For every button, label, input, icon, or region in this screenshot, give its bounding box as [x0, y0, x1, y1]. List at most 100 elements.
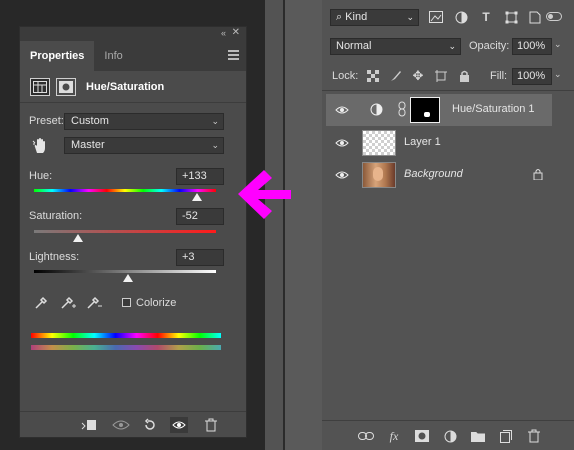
chevron-down-icon[interactable]: ⌄: [554, 69, 562, 80]
filter-smart-object-icon[interactable]: [528, 10, 542, 24]
colorize-label: Colorize: [136, 297, 177, 309]
mask-link-icon[interactable]: [398, 101, 406, 120]
lock-all-icon[interactable]: [457, 69, 471, 83]
adjustment-title: Hue/Saturation: [86, 80, 165, 93]
delete-icon[interactable]: [202, 417, 220, 433]
clip-to-layer-icon[interactable]: [80, 417, 98, 433]
saturation-slider-thumb[interactable]: [73, 234, 83, 242]
panel-menu-icon[interactable]: [228, 50, 239, 60]
hue-value-field[interactable]: +133: [176, 168, 224, 185]
panel-gutter: [265, 0, 284, 450]
artboard-nesting-icon[interactable]: [434, 69, 448, 83]
chevron-down-icon: ⌄: [448, 41, 456, 51]
chevron-down-icon: ⌄: [211, 140, 219, 150]
visibility-eye-icon[interactable]: [335, 169, 349, 181]
visibility-eye-icon[interactable]: [335, 104, 349, 116]
close-panel-icon[interactable]: ✕: [232, 27, 240, 38]
adjustment-header: Hue/Saturation: [20, 71, 246, 103]
layer-style-fx-icon[interactable]: fx: [386, 429, 402, 443]
saturation-slider-track[interactable]: [34, 230, 216, 233]
panel-divider[interactable]: [283, 0, 285, 450]
lock-label: Lock:: [332, 70, 359, 82]
chevron-down-icon: ⌄: [406, 12, 414, 22]
view-previous-state-icon[interactable]: [112, 417, 130, 433]
delete-layer-icon[interactable]: [526, 429, 542, 443]
chevron-down-icon[interactable]: ⌄: [554, 39, 562, 50]
layer-thumbnail-photo: [362, 162, 396, 188]
preset-select[interactable]: Custom ⌄: [64, 113, 224, 130]
channel-value: Master: [71, 139, 105, 151]
opacity-label: Opacity:: [469, 40, 510, 52]
adjustment-properties-icon[interactable]: [30, 77, 50, 96]
mask-spot: [424, 112, 430, 117]
layer-mask-thumbnail[interactable]: [410, 97, 440, 123]
lock-position-icon[interactable]: ✥: [411, 68, 425, 83]
layer-row-layer-1[interactable]: Layer 1: [326, 127, 552, 159]
properties-footer: [20, 411, 246, 437]
adjustment-layer-icon: [370, 103, 383, 119]
reset-icon[interactable]: [141, 417, 159, 433]
filter-adjustment-icon[interactable]: [454, 10, 468, 24]
properties-panel-titlebar[interactable]: « ✕: [20, 27, 246, 41]
fill-field[interactable]: 100%: [512, 68, 552, 85]
lock-icon[interactable]: [533, 168, 543, 183]
properties-tabs: Properties Info: [20, 41, 246, 71]
tab-info[interactable]: Info: [94, 41, 132, 71]
input-color-bar: [31, 333, 221, 338]
layer-name[interactable]: Hue/Saturation 1: [452, 103, 535, 115]
saturation-value-field[interactable]: -52: [176, 208, 224, 225]
filter-kind-select[interactable]: ⌕ Kind ⌄: [330, 9, 419, 26]
layer-thumbnail-transparent: [362, 130, 396, 156]
collapse-panel-icon[interactable]: «: [221, 28, 226, 38]
hue-slider-thumb[interactable]: [192, 193, 202, 201]
preset-value: Custom: [71, 115, 109, 127]
new-adjustment-layer-icon[interactable]: [442, 429, 458, 443]
filter-kind-value: Kind: [345, 11, 368, 23]
eyedropper-add-icon[interactable]: [60, 296, 76, 313]
output-color-bar: [31, 345, 221, 350]
link-layers-icon[interactable]: [358, 429, 374, 443]
layer-mask-icon[interactable]: [56, 77, 76, 96]
layers-footer: fx: [322, 420, 574, 450]
eyedropper-subtract-icon[interactable]: [86, 296, 102, 313]
layers-separator: [322, 90, 574, 91]
lightness-label: Lightness:: [29, 251, 80, 263]
new-group-icon[interactable]: [470, 429, 486, 443]
new-layer-icon[interactable]: [498, 429, 514, 443]
channel-select[interactable]: Master ⌄: [64, 137, 224, 154]
lightness-value-field[interactable]: +3: [176, 249, 224, 266]
lightness-slider-thumb[interactable]: [123, 274, 133, 282]
annotation-arrow-icon: [238, 166, 292, 225]
filter-toggle[interactable]: [546, 12, 562, 21]
colorize-checkbox[interactable]: [122, 298, 131, 307]
tab-properties[interactable]: Properties: [20, 41, 95, 71]
layer-name[interactable]: Background: [404, 168, 463, 180]
blend-mode-value: Normal: [336, 40, 372, 52]
saturation-label: Saturation:: [29, 210, 83, 222]
filter-shape-icon[interactable]: [504, 10, 518, 24]
search-icon: ⌕: [336, 11, 343, 23]
layers-panel: ⌕ Kind ⌄ T Normal ⌄ Opacity: 100% ⌄ Lock:…: [322, 0, 574, 450]
blend-mode-select[interactable]: Normal ⌄: [330, 38, 461, 55]
visibility-eye-icon[interactable]: [335, 137, 349, 149]
layer-row-background[interactable]: Background: [326, 159, 552, 191]
add-mask-icon[interactable]: [414, 429, 430, 443]
targeted-adjustment-hand-icon[interactable]: [32, 137, 48, 158]
lightness-slider-track[interactable]: [34, 270, 216, 273]
lock-image-pixels-icon[interactable]: [389, 69, 403, 83]
lock-transparent-pixels-icon[interactable]: [366, 69, 380, 83]
hue-slider-track[interactable]: [34, 189, 216, 192]
toggle-visibility-icon[interactable]: [170, 417, 188, 433]
layer-name[interactable]: Layer 1: [404, 136, 441, 148]
layer-row-hue-saturation[interactable]: Hue/Saturation 1: [326, 94, 552, 126]
fill-label: Fill:: [490, 70, 508, 82]
preset-label: Preset:: [29, 115, 64, 127]
eyedropper-icon[interactable]: [34, 296, 48, 313]
filter-pixel-icon[interactable]: [429, 10, 443, 24]
opacity-field[interactable]: 100%: [512, 38, 552, 55]
chevron-down-icon: ⌄: [211, 116, 219, 126]
hue-label: Hue:: [29, 170, 53, 182]
thumbnail-figure: [373, 167, 383, 181]
properties-panel: « ✕ Properties Info Hue/Saturation Prese…: [19, 26, 247, 438]
filter-type-icon[interactable]: T: [479, 10, 493, 24]
